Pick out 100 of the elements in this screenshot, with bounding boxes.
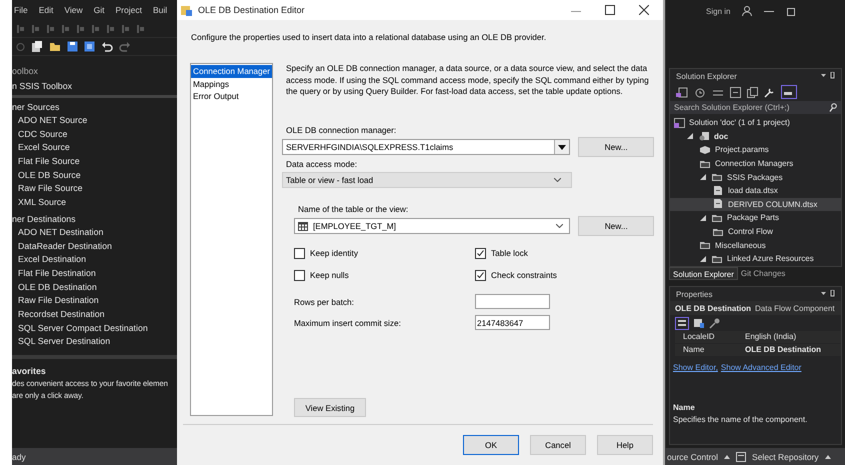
status-item[interactable]: Select Repository (752, 452, 819, 462)
tree-item[interactable]: Connection Managers (670, 156, 841, 170)
toolbox-item[interactable]: Excel Destination (12, 253, 180, 267)
pin-icon[interactable] (821, 290, 835, 298)
pin-icon[interactable] (821, 72, 835, 80)
field-label: Rows per batch: (294, 296, 355, 306)
package-file-icon (713, 186, 724, 196)
access-mode-dropdown[interactable]: Table or view - fast load (282, 172, 572, 188)
tree-item[interactable]: Linked Azure Resources (670, 252, 841, 266)
save-all-icon[interactable] (84, 41, 95, 52)
menu-item[interactable]: Git (94, 5, 105, 15)
panel-tab[interactable]: Git Changes (738, 267, 788, 280)
up-arrow-icon[interactable] (824, 454, 831, 458)
toolbox-item[interactable]: XML Source (12, 196, 180, 210)
tree-item[interactable]: DERIVED COLUMN.dtsx (670, 198, 841, 212)
status-item[interactable]: ource Control (667, 452, 718, 462)
chevron-down-icon[interactable] (554, 178, 561, 182)
undo-icon[interactable] (101, 41, 113, 52)
input-field[interactable] (475, 294, 550, 309)
tree-item[interactable]: Solution 'doc' (1 of 1 project) (670, 116, 841, 130)
group-header[interactable]: ner Sources (12, 100, 180, 114)
menu-item[interactable]: Buil (152, 5, 168, 15)
dialog-button[interactable]: Help (597, 435, 653, 455)
menu-item[interactable]: View (64, 5, 83, 15)
tree-item[interactable]: load data.dtsx (670, 184, 841, 198)
collapse-arrow-icon[interactable] (700, 256, 706, 262)
toolbox-item[interactable]: SQL Server Destination (12, 335, 180, 349)
restore-icon[interactable] (786, 6, 796, 16)
toolbox-item[interactable]: CDC Source (12, 128, 180, 142)
tree-item[interactable]: Miscellaneous (670, 238, 841, 252)
view-existing-button[interactable]: View Existing (294, 398, 366, 417)
up-arrow-icon[interactable] (724, 454, 730, 458)
instructions-text: Specify an OLE DB connection manager, a data source, or a data source view, and select the data access mode. If using the SQL command access mode, specify the SQL command either by typing the query or by using Query Builder. For fast-load data access, set the table update options. (285, 63, 650, 98)
checkbox[interactable] (294, 248, 305, 258)
property-value[interactable]: English (India) (741, 331, 841, 344)
panel-title: Solution Explorer (676, 72, 737, 80)
menu-item[interactable]: File (14, 5, 28, 15)
toolbox-item[interactable]: Raw File Destination (12, 294, 180, 308)
property-name: Name (675, 344, 741, 357)
checkbox[interactable] (294, 270, 305, 280)
maximize-icon[interactable] (605, 5, 615, 15)
folder-icon (713, 226, 724, 237)
history-icon[interactable] (694, 86, 706, 98)
new-button[interactable]: New... (578, 216, 654, 236)
toolbox-item[interactable]: Flat File Destination (12, 266, 180, 281)
group-header[interactable]: ner Destinations (12, 212, 180, 226)
open-folder-icon[interactable] (49, 41, 61, 52)
toolbox-item[interactable]: DataReader Destination (12, 240, 180, 254)
info-title: avorites (12, 365, 47, 378)
tree-item[interactable]: Project.params (670, 143, 841, 157)
toolbox-item[interactable]: OLE DB Destination (12, 280, 180, 294)
page-list-item[interactable]: Mappings (191, 78, 272, 90)
save-icon[interactable] (67, 41, 78, 52)
panel-tab[interactable]: Solution Explorer (669, 267, 738, 280)
collapse-arrow-icon[interactable] (687, 133, 693, 140)
dialog-button[interactable]: Cancel (530, 435, 586, 455)
copy-icon[interactable] (747, 86, 758, 98)
tree-item[interactable]: doc (670, 130, 841, 144)
toolbox-item[interactable]: ADO NET Source (12, 114, 180, 128)
new-item-icon[interactable] (31, 40, 43, 52)
tree-item[interactable]: SSIS Packages (670, 170, 841, 184)
checkbox-label: Table lock (491, 248, 528, 258)
collapse-arrow-icon[interactable] (700, 174, 706, 180)
toolbox-item[interactable]: Flat File Source (12, 155, 180, 169)
page-list-item[interactable]: Connection Manager (191, 65, 272, 78)
link[interactable]: Show Advanced Editor (720, 363, 802, 372)
key-icon[interactable] (709, 317, 721, 329)
connection-dropdown[interactable]: SERVERHFGINDIA\SQLEXPRESS.T1claims (282, 139, 570, 156)
tree-item[interactable]: Control Flow (670, 224, 841, 238)
close-icon[interactable] (639, 5, 649, 15)
toolbox-item[interactable]: Recordset Destination (12, 308, 180, 322)
repository-icon (736, 452, 746, 462)
input-field[interactable]: 2147483647 (475, 315, 550, 330)
collapse-icon[interactable] (730, 86, 741, 98)
menu-item[interactable]: Edit (38, 5, 54, 15)
page-list-item[interactable]: Error Output (191, 90, 272, 103)
property-value[interactable]: OLE DB Destination (741, 344, 841, 357)
toolbox-item[interactable]: OLE DB Source (12, 168, 180, 182)
property-name: LocaleID (675, 331, 741, 344)
redo-icon[interactable] (119, 41, 131, 52)
user-icon[interactable] (742, 6, 752, 16)
toolbox-item[interactable]: Raw File Source (12, 182, 180, 196)
toolbox-item[interactable]: Excel Source (12, 141, 180, 156)
cube-icon (700, 144, 711, 155)
sign-in-link[interactable]: Sign in (706, 6, 730, 16)
collapse-arrow-icon[interactable] (700, 214, 706, 221)
menu-item[interactable]: Project (116, 5, 142, 15)
tree-item[interactable]: Package Parts (670, 211, 841, 225)
toolbox-item[interactable]: SQL Server Compact Destination (12, 322, 180, 336)
chevron-down-icon[interactable] (556, 224, 564, 228)
checkbox[interactable] (475, 248, 486, 258)
link[interactable]: Show Editor, (673, 363, 718, 372)
new-button[interactable]: New... (578, 137, 654, 158)
toolbox-item[interactable]: ADO NET Destination (12, 226, 180, 240)
table-dropdown[interactable]: [EMPLOYEE_TGT_M] (294, 218, 570, 234)
dialog-button[interactable]: OK (463, 435, 519, 455)
dropdown-arrow-icon[interactable] (558, 144, 566, 150)
search-field[interactable]: Search Solution Explorer (Ctrl+;) (670, 101, 841, 114)
checkbox[interactable] (475, 270, 486, 280)
wrench-icon[interactable] (764, 86, 775, 98)
